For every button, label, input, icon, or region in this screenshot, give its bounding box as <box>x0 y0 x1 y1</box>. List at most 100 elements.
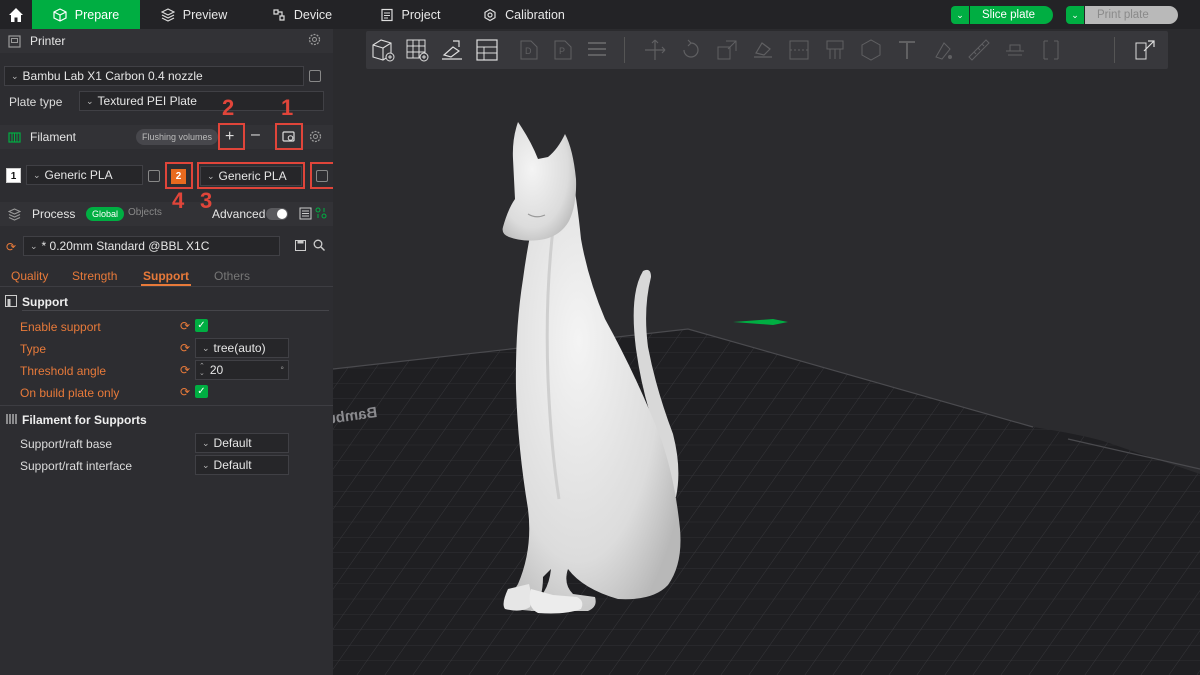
divider <box>0 286 333 287</box>
scale-icon[interactable] <box>714 37 740 63</box>
support-icon <box>5 295 17 310</box>
variable-layer-height-icon[interactable] <box>1132 37 1158 63</box>
annotation-box-3 <box>197 162 305 189</box>
arrange-icon[interactable] <box>474 37 500 63</box>
threshold-angle-label: Threshold angle <box>20 364 107 378</box>
chevron-down-icon: ⌄ <box>11 70 19 81</box>
save-icon[interactable] <box>295 240 306 254</box>
tab-strength[interactable]: Strength <box>72 269 117 283</box>
support-title: Support <box>22 295 68 309</box>
assembly-icon[interactable] <box>1002 37 1028 63</box>
plate-type-label: Plate type <box>9 95 63 109</box>
tab-label: Preview <box>182 7 228 22</box>
annotation-number-1: 1 <box>281 95 294 120</box>
project-icon <box>380 8 393 21</box>
auto-orient-icon[interactable] <box>439 37 465 63</box>
slice-dropdown-button[interactable]: ⌄ <box>951 6 969 24</box>
slice-plate-group: ⌄ Slice plate <box>951 6 1053 24</box>
chevron-down-icon: ⌄ <box>30 240 38 251</box>
measure-icon[interactable] <box>966 37 992 63</box>
chevron-down-icon: ⌄ <box>202 459 210 470</box>
reset-icon[interactable]: ⟳ <box>180 363 190 377</box>
text-tool-icon[interactable] <box>894 37 920 63</box>
tab-support[interactable]: Support <box>143 269 189 283</box>
print-dropdown-button[interactable]: ⌄ <box>1066 6 1084 24</box>
reset-icon[interactable]: ⟳ <box>180 341 190 355</box>
tab-calibration[interactable]: Calibration <box>464 0 584 29</box>
flushing-volumes-button[interactable]: Flushing volumes <box>136 129 219 145</box>
support-interface-value: Default <box>213 458 252 472</box>
layers-tool-icon[interactable] <box>584 37 610 63</box>
stepper-icon[interactable]: ⌃ ⌄ <box>199 363 205 377</box>
support-type-label: Type <box>20 342 47 356</box>
rotate-icon[interactable] <box>678 37 704 63</box>
filament-slot-1-value: Generic PLA <box>44 168 113 182</box>
threshold-angle-input[interactable]: ⌃ ⌄ 20 ° <box>195 360 289 380</box>
filament-slot-1-badge[interactable]: 1 <box>6 168 21 183</box>
paint-icon[interactable]: P <box>550 37 576 63</box>
annotation-box-2 <box>218 123 245 150</box>
support-interface-select[interactable]: ⌄ Default <box>195 455 289 475</box>
slice-plate-button[interactable]: Slice plate <box>970 6 1053 24</box>
printer-icon <box>8 34 21 48</box>
chevron-down-icon: ⌄ <box>86 95 94 106</box>
advanced-switch[interactable] <box>266 208 288 220</box>
tab-device[interactable]: Device <box>248 0 356 29</box>
edit-printer-icon[interactable] <box>309 70 321 82</box>
process-preset-select[interactable]: ⌄ * 0.20mm Standard @BBL X1C <box>23 236 280 256</box>
move-icon[interactable] <box>642 37 668 63</box>
seam-icon[interactable] <box>858 37 884 63</box>
list-view-icon[interactable] <box>299 207 312 223</box>
tab-label: Project <box>401 7 441 22</box>
support-paint-icon[interactable] <box>822 37 848 63</box>
enable-support-checkbox[interactable]: ✓ <box>195 319 208 332</box>
support-base-value: Default <box>213 436 252 450</box>
printer-section-header: Printer <box>0 29 333 53</box>
calibration-icon <box>484 8 496 21</box>
printer-preset-select[interactable]: ⌄ Bambu Lab X1 Carbon 0.4 nozzle <box>4 66 304 86</box>
filament-slot-1-select[interactable]: ⌄ Generic PLA <box>26 165 143 185</box>
svg-text:D: D <box>525 46 532 56</box>
add-cube-icon[interactable] <box>370 37 396 63</box>
color-paint-icon[interactable] <box>930 37 956 63</box>
reset-icon[interactable]: ⟳ <box>180 385 190 399</box>
lay-on-face-icon[interactable] <box>750 37 776 63</box>
tab-quality[interactable]: Quality <box>11 269 48 283</box>
chevron-down-icon: ⌄ <box>33 169 41 180</box>
printer-settings-gear-icon[interactable] <box>308 33 321 49</box>
build-plate: Bambu Textured PEI <box>333 122 1200 675</box>
reset-process-icon[interactable]: ⟳ <box>6 240 16 254</box>
cut-icon[interactable] <box>786 37 812 63</box>
tab-preview[interactable]: Preview <box>140 0 248 29</box>
brim-icon[interactable] <box>1038 37 1064 63</box>
toolbar-separator <box>1114 37 1115 63</box>
tab-prepare[interactable]: Prepare <box>32 0 140 29</box>
support-type-value: tree(auto) <box>213 341 266 355</box>
enable-support-label: Enable support <box>20 320 101 334</box>
layers-icon <box>160 7 175 22</box>
chevron-down-icon: ⌄ <box>202 342 210 353</box>
support-base-select[interactable]: ⌄ Default <box>195 433 289 453</box>
edit-filament-1-icon[interactable] <box>148 170 160 182</box>
objects-toggle[interactable]: Objects <box>128 207 162 218</box>
3d-viewport[interactable]: Bambu Textured PEI D P <box>333 29 1200 675</box>
compare-icon[interactable] <box>315 207 327 222</box>
split-icon[interactable]: D <box>516 37 542 63</box>
build-plate-only-label: On build plate only <box>20 386 120 400</box>
divider <box>22 310 329 311</box>
home-button[interactable] <box>0 0 32 29</box>
print-plate-button[interactable]: Print plate <box>1085 6 1178 24</box>
remove-filament-icon[interactable]: – <box>251 126 260 144</box>
add-plate-icon[interactable] <box>404 37 430 63</box>
global-toggle[interactable]: Global <box>86 207 125 221</box>
tab-others[interactable]: Others <box>214 269 250 283</box>
build-plate-only-checkbox[interactable]: ✓ <box>195 385 208 398</box>
search-icon[interactable] <box>313 239 325 254</box>
support-type-select[interactable]: ⌄ tree(auto) <box>195 338 289 358</box>
tab-project[interactable]: Project <box>356 0 464 29</box>
threshold-angle-unit: ° <box>280 365 284 375</box>
filament-title: Filament <box>30 130 77 144</box>
switch-knob <box>277 209 287 219</box>
filament-settings-gear-icon[interactable] <box>309 130 322 146</box>
reset-icon[interactable]: ⟳ <box>180 319 190 333</box>
